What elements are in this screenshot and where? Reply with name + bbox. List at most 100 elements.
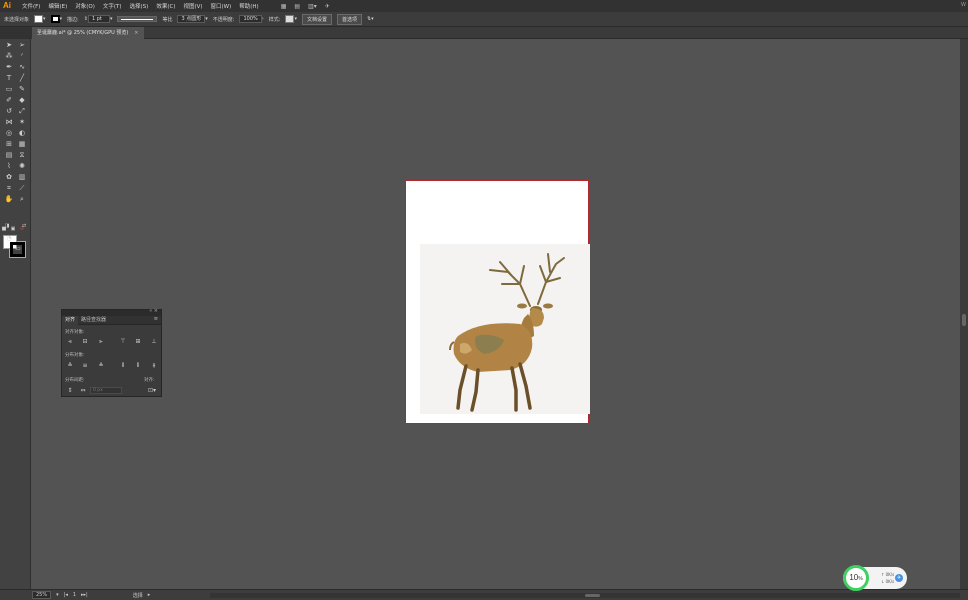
- chevron-down-icon[interactable]: ▾: [205, 16, 208, 22]
- rotate-tool-icon[interactable]: ↺: [3, 106, 15, 116]
- slice-tool-icon[interactable]: ⟋: [16, 183, 28, 193]
- align-right-icon[interactable]: ⫸: [97, 338, 105, 345]
- line-tool-icon[interactable]: ╱: [16, 73, 28, 83]
- distribute-top-icon[interactable]: ≚: [66, 362, 74, 369]
- menu-window[interactable]: 窗口(W): [211, 2, 232, 10]
- lasso-icon[interactable]: ᐟ: [16, 51, 28, 61]
- paintbrush-icon[interactable]: ✎: [16, 84, 28, 94]
- artboard-number[interactable]: 1: [73, 592, 76, 598]
- chevron-down-icon[interactable]: ▾: [294, 16, 297, 22]
- first-artboard-icon[interactable]: |◂: [64, 592, 68, 598]
- vertical-distribute-space-icon[interactable]: ⇕: [66, 387, 74, 394]
- distribute-vertical-center-icon[interactable]: ≡: [81, 362, 89, 369]
- graphic-style-swatch[interactable]: [285, 15, 295, 23]
- gradient-mode-icon[interactable]: ▣: [9, 224, 17, 234]
- align-vertical-center-icon[interactable]: ⊞: [134, 338, 142, 345]
- chevron-down-icon[interactable]: ▾: [60, 16, 63, 22]
- hand-tool-icon[interactable]: ✋: [3, 194, 15, 204]
- eyedropper-icon[interactable]: ⌇: [3, 161, 15, 171]
- stroke-weight-field[interactable]: 1 pt: [87, 15, 110, 23]
- opacity-label[interactable]: 不透明度:: [213, 16, 235, 23]
- distribute-right-icon[interactable]: ⫵: [150, 362, 158, 369]
- align-top-icon[interactable]: ⊤: [119, 338, 127, 345]
- next-artboard-icon[interactable]: ▸▸|: [81, 592, 88, 598]
- artboard-tool-icon[interactable]: ⌗: [3, 183, 15, 193]
- blend-tool-icon[interactable]: ⧖: [16, 150, 28, 160]
- close-icon[interactable]: ×: [134, 30, 138, 36]
- distribute-bottom-icon[interactable]: ≙: [97, 362, 105, 369]
- arrange-documents-icon[interactable]: ▤: [294, 3, 300, 10]
- chevron-down-icon[interactable]: ▾: [110, 16, 113, 22]
- menu-view[interactable]: 视图(V): [183, 2, 202, 10]
- symbol-sprayer-icon[interactable]: ✺: [16, 161, 28, 171]
- draw-mode-icon[interactable]: ◔: [3, 234, 15, 244]
- menu-select[interactable]: 选择(S): [130, 2, 149, 10]
- tab-align[interactable]: 对齐: [62, 315, 79, 325]
- rectangle-tool-icon[interactable]: ▭: [3, 84, 15, 94]
- preferences-button[interactable]: 首选项: [336, 13, 362, 25]
- eraser-icon[interactable]: ◆: [16, 95, 28, 105]
- live-paint-icon[interactable]: ◐: [16, 128, 28, 138]
- distribute-horizontal-center-icon[interactable]: ⦀: [134, 362, 142, 369]
- distribute-left-icon[interactable]: ⫴: [119, 362, 127, 369]
- screen-mode-icon[interactable]: ▭: [12, 244, 24, 254]
- workspace-label[interactable]: W: [961, 2, 966, 8]
- align-to-selection-icon[interactable]: ⊡▾: [146, 387, 158, 394]
- chevron-down-icon[interactable]: ▾: [56, 592, 59, 598]
- horizontal-scroll-thumb[interactable]: [585, 594, 600, 597]
- chevron-right-icon[interactable]: ›: [262, 16, 264, 22]
- panel-menu-icon[interactable]: ≡: [154, 316, 158, 322]
- selection-tool-icon[interactable]: ➤: [3, 40, 15, 50]
- zoom-level-field[interactable]: 25%: [32, 591, 52, 599]
- graph-tool-icon[interactable]: ▥: [16, 172, 28, 182]
- shape-builder-icon[interactable]: ◎: [3, 128, 15, 138]
- menu-object[interactable]: 对象(O): [75, 2, 95, 10]
- document-tab[interactable]: 圣诞麋鹿.ai* @ 25% (CMYK/GPU 预览) ×: [32, 27, 144, 39]
- menu-edit[interactable]: 编辑(E): [48, 2, 67, 10]
- tab-pathfinder[interactable]: 路径查找器: [78, 316, 109, 325]
- horizontal-scrollbar[interactable]: [210, 593, 960, 598]
- stroke-style-label[interactable]: 等比: [162, 16, 172, 23]
- status-menu-icon[interactable]: ▸: [148, 592, 151, 598]
- spacing-field[interactable]: 0 px: [90, 387, 122, 394]
- collapse-icon[interactable]: « ×: [149, 308, 158, 314]
- horizontal-distribute-space-icon[interactable]: ⇔: [79, 387, 87, 394]
- arrange-icon[interactable]: ⇅▾: [367, 16, 374, 22]
- accelerate-icon[interactable]: ✈: [895, 574, 903, 582]
- curvature-tool-icon[interactable]: ∿: [16, 62, 28, 72]
- gradient-tool-icon[interactable]: ▤: [3, 150, 15, 160]
- vertical-scrollbar[interactable]: [960, 39, 968, 589]
- bridge-icon[interactable]: ▦: [281, 3, 287, 10]
- zoom-tool-icon[interactable]: ⌕: [16, 194, 28, 204]
- send-icon[interactable]: ✈: [325, 3, 330, 10]
- vertical-scroll-thumb[interactable]: [962, 314, 966, 326]
- puppet-warp-icon[interactable]: ✶: [16, 117, 28, 127]
- variable-width-profile[interactable]: [117, 16, 158, 22]
- opacity-field[interactable]: 100%: [239, 15, 262, 23]
- mesh-tool-icon[interactable]: ▦: [16, 139, 28, 149]
- stroke-swatch[interactable]: [50, 15, 60, 23]
- none-mode-icon[interactable]: ⊘: [18, 224, 26, 234]
- perspective-grid-icon[interactable]: ⊞: [3, 139, 15, 149]
- cpu-usage-ring[interactable]: 10%: [843, 565, 869, 591]
- fill-swatch[interactable]: [34, 15, 44, 23]
- width-tool-icon[interactable]: ⋈: [3, 117, 15, 127]
- shaper-tool-icon[interactable]: ✐: [3, 95, 15, 105]
- direct-selection-tool-icon[interactable]: ➢: [16, 40, 28, 50]
- align-horizontal-center-icon[interactable]: ⊟: [81, 338, 89, 345]
- magic-wand-icon[interactable]: ⁂: [3, 51, 15, 61]
- color-mode-icon[interactable]: ■: [0, 224, 8, 234]
- pen-tool-icon[interactable]: ✒: [3, 62, 15, 72]
- scale-tool-icon[interactable]: ⤢: [16, 106, 28, 116]
- type-tool-icon[interactable]: T: [3, 73, 15, 83]
- menu-effect[interactable]: 效果(C): [156, 2, 175, 10]
- document-setup-button[interactable]: 文档设置: [301, 13, 332, 25]
- align-bottom-icon[interactable]: ⊥: [150, 338, 158, 345]
- chevron-down-icon[interactable]: ▾: [43, 16, 46, 22]
- align-left-icon[interactable]: ⫷: [66, 338, 74, 345]
- menu-help[interactable]: 帮助(H): [239, 2, 258, 10]
- symbol-tool-icon[interactable]: ✿: [3, 172, 15, 182]
- workspace-switcher-icon[interactable]: ▥▾: [308, 3, 317, 10]
- menu-file[interactable]: 文件(F): [22, 2, 40, 10]
- deer-artwork[interactable]: [420, 244, 590, 414]
